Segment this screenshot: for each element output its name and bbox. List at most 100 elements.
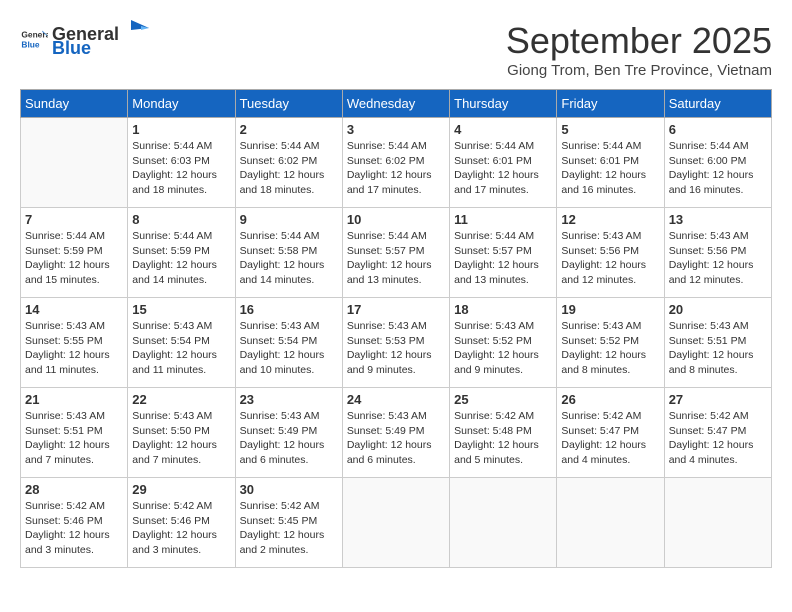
day-info: Sunrise: 5:43 AMSunset: 5:56 PMDaylight:… [669, 229, 767, 288]
calendar-day-header: Saturday [664, 90, 771, 118]
calendar-week-row: 28Sunrise: 5:42 AMSunset: 5:46 PMDayligh… [21, 478, 772, 568]
svg-text:General: General [21, 30, 48, 40]
calendar-day-cell: 26Sunrise: 5:42 AMSunset: 5:47 PMDayligh… [557, 388, 664, 478]
day-number: 30 [240, 482, 338, 497]
day-info: Sunrise: 5:43 AMSunset: 5:53 PMDaylight:… [347, 319, 445, 378]
calendar-day-cell: 13 Sunrise: 5:43 AMSunset: 5:56 PMDayligh… [664, 208, 771, 298]
calendar-week-row: 14Sunrise: 5:43 AMSunset: 5:55 PMDayligh… [21, 298, 772, 388]
calendar-day-cell: 30 Sunrise: 5:42 AMSunset: 5:45 PMDayligh… [235, 478, 342, 568]
day-info: Sunrise: 5:44 AMSunset: 6:01 PMDaylight:… [454, 139, 552, 198]
day-number: 4 [454, 122, 552, 137]
day-number: 16 [240, 302, 338, 317]
day-number: 17 [347, 302, 445, 317]
calendar-day-cell [664, 478, 771, 568]
calendar-day-cell: 5 Sunrise: 5:44 AMSunset: 6:01 PMDaylight… [557, 118, 664, 208]
calendar-day-cell: 28Sunrise: 5:42 AMSunset: 5:46 PMDayligh… [21, 478, 128, 568]
calendar-day-cell: 7 Sunrise: 5:44 AMSunset: 5:59 PMDaylight… [21, 208, 128, 298]
day-info: Sunrise: 5:43 AMSunset: 5:51 PMDaylight:… [25, 409, 123, 468]
calendar-day-cell: 2 Sunrise: 5:44 AMSunset: 6:02 PMDaylight… [235, 118, 342, 208]
calendar-day-cell: 12 Sunrise: 5:43 AMSunset: 5:56 PMDayligh… [557, 208, 664, 298]
location: Giong Trom, Ben Tre Province, Vietnam [506, 62, 772, 79]
calendar-day-header: Friday [557, 90, 664, 118]
day-info: Sunrise: 5:44 AMSunset: 5:59 PMDaylight:… [25, 229, 123, 288]
day-number: 18 [454, 302, 552, 317]
day-number: 25 [454, 392, 552, 407]
day-info: Sunrise: 5:44 AMSunset: 6:00 PMDaylight:… [669, 139, 767, 198]
day-number: 11 [454, 212, 552, 227]
day-info: Sunrise: 5:43 AMSunset: 5:54 PMDaylight:… [240, 319, 338, 378]
day-info: Sunrise: 5:44 AMSunset: 6:03 PMDaylight:… [132, 139, 230, 198]
svg-text:Blue: Blue [21, 40, 39, 50]
day-number: 23 [240, 392, 338, 407]
day-info: Sunrise: 5:42 AMSunset: 5:45 PMDaylight:… [240, 499, 338, 558]
calendar-day-header: Sunday [21, 90, 128, 118]
day-info: Sunrise: 5:43 AMSunset: 5:52 PMDaylight:… [561, 319, 659, 378]
day-number: 24 [347, 392, 445, 407]
day-number: 12 [561, 212, 659, 227]
day-info: Sunrise: 5:44 AMSunset: 6:01 PMDaylight:… [561, 139, 659, 198]
day-info: Sunrise: 5:43 AMSunset: 5:50 PMDaylight:… [132, 409, 230, 468]
day-info: Sunrise: 5:44 AMSunset: 6:02 PMDaylight:… [347, 139, 445, 198]
day-info: Sunrise: 5:42 AMSunset: 5:46 PMDaylight:… [25, 499, 123, 558]
logo-icon: General Blue [20, 25, 48, 53]
month-title: September 2025 [506, 20, 772, 62]
day-number: 22 [132, 392, 230, 407]
calendar-day-cell [557, 478, 664, 568]
day-number: 29 [132, 482, 230, 497]
day-info: Sunrise: 5:43 AMSunset: 5:49 PMDaylight:… [347, 409, 445, 468]
day-number: 3 [347, 122, 445, 137]
page-header: General Blue General Blue September 2025… [20, 20, 772, 79]
calendar-week-row: 1Sunrise: 5:44 AMSunset: 6:03 PMDaylight… [21, 118, 772, 208]
day-info: Sunrise: 5:44 AMSunset: 5:57 PMDaylight:… [347, 229, 445, 288]
day-number: 27 [669, 392, 767, 407]
calendar-day-cell [342, 478, 449, 568]
calendar-day-cell: 17 Sunrise: 5:43 AMSunset: 5:53 PMDayligh… [342, 298, 449, 388]
day-info: Sunrise: 5:44 AMSunset: 6:02 PMDaylight:… [240, 139, 338, 198]
calendar-header-row: SundayMondayTuesdayWednesdayThursdayFrid… [21, 90, 772, 118]
calendar-day-header: Thursday [450, 90, 557, 118]
calendar-day-cell [450, 478, 557, 568]
calendar-day-cell: 29Sunrise: 5:42 AMSunset: 5:46 PMDayligh… [128, 478, 235, 568]
calendar-day-cell: 22 Sunrise: 5:43 AMSunset: 5:50 PMDayligh… [128, 388, 235, 478]
calendar-day-cell: 20Sunrise: 5:43 AMSunset: 5:51 PMDayligh… [664, 298, 771, 388]
calendar-day-cell: 16 Sunrise: 5:43 AMSunset: 5:54 PMDayligh… [235, 298, 342, 388]
calendar-day-cell: 27 Sunrise: 5:42 AMSunset: 5:47 PMDayligh… [664, 388, 771, 478]
calendar-week-row: 7 Sunrise: 5:44 AMSunset: 5:59 PMDaylight… [21, 208, 772, 298]
calendar-day-cell: 6 Sunrise: 5:44 AMSunset: 6:00 PMDaylight… [664, 118, 771, 208]
day-info: Sunrise: 5:42 AMSunset: 5:47 PMDaylight:… [561, 409, 659, 468]
day-info: Sunrise: 5:44 AMSunset: 5:59 PMDaylight:… [132, 229, 230, 288]
day-info: Sunrise: 5:43 AMSunset: 5:56 PMDaylight:… [561, 229, 659, 288]
day-info: Sunrise: 5:43 AMSunset: 5:52 PMDaylight:… [454, 319, 552, 378]
calendar-day-cell: 4 Sunrise: 5:44 AMSunset: 6:01 PMDaylight… [450, 118, 557, 208]
day-number: 13 [669, 212, 767, 227]
calendar-day-cell [21, 118, 128, 208]
calendar-day-cell: 3 Sunrise: 5:44 AMSunset: 6:02 PMDaylight… [342, 118, 449, 208]
calendar-table: SundayMondayTuesdayWednesdayThursdayFrid… [20, 89, 772, 568]
day-number: 7 [25, 212, 123, 227]
logo: General Blue General Blue [20, 20, 147, 59]
calendar-day-cell: 11Sunrise: 5:44 AMSunset: 5:57 PMDayligh… [450, 208, 557, 298]
day-info: Sunrise: 5:43 AMSunset: 5:54 PMDaylight:… [132, 319, 230, 378]
calendar-day-cell: 10 Sunrise: 5:44 AMSunset: 5:57 PMDayligh… [342, 208, 449, 298]
title-block: September 2025 Giong Trom, Ben Tre Provi… [506, 20, 772, 79]
day-number: 21 [25, 392, 123, 407]
calendar-day-cell: 23 Sunrise: 5:43 AMSunset: 5:49 PMDayligh… [235, 388, 342, 478]
calendar-day-cell: 21 Sunrise: 5:43 AMSunset: 5:51 PMDayligh… [21, 388, 128, 478]
calendar-day-header: Monday [128, 90, 235, 118]
calendar-day-cell: 25Sunrise: 5:42 AMSunset: 5:48 PMDayligh… [450, 388, 557, 478]
day-number: 6 [669, 122, 767, 137]
day-number: 20 [669, 302, 767, 317]
day-number: 2 [240, 122, 338, 137]
day-info: Sunrise: 5:42 AMSunset: 5:47 PMDaylight:… [669, 409, 767, 468]
calendar-day-cell: 18 Sunrise: 5:43 AMSunset: 5:52 PMDayligh… [450, 298, 557, 388]
calendar-day-cell: 8Sunrise: 5:44 AMSunset: 5:59 PMDaylight… [128, 208, 235, 298]
calendar-day-cell: 19 Sunrise: 5:43 AMSunset: 5:52 PMDayligh… [557, 298, 664, 388]
calendar-week-row: 21 Sunrise: 5:43 AMSunset: 5:51 PMDayligh… [21, 388, 772, 478]
calendar-day-cell: 1Sunrise: 5:44 AMSunset: 6:03 PMDaylight… [128, 118, 235, 208]
day-number: 19 [561, 302, 659, 317]
day-info: Sunrise: 5:43 AMSunset: 5:49 PMDaylight:… [240, 409, 338, 468]
calendar-day-header: Wednesday [342, 90, 449, 118]
day-number: 5 [561, 122, 659, 137]
day-number: 10 [347, 212, 445, 227]
calendar-day-cell: 15Sunrise: 5:43 AMSunset: 5:54 PMDayligh… [128, 298, 235, 388]
